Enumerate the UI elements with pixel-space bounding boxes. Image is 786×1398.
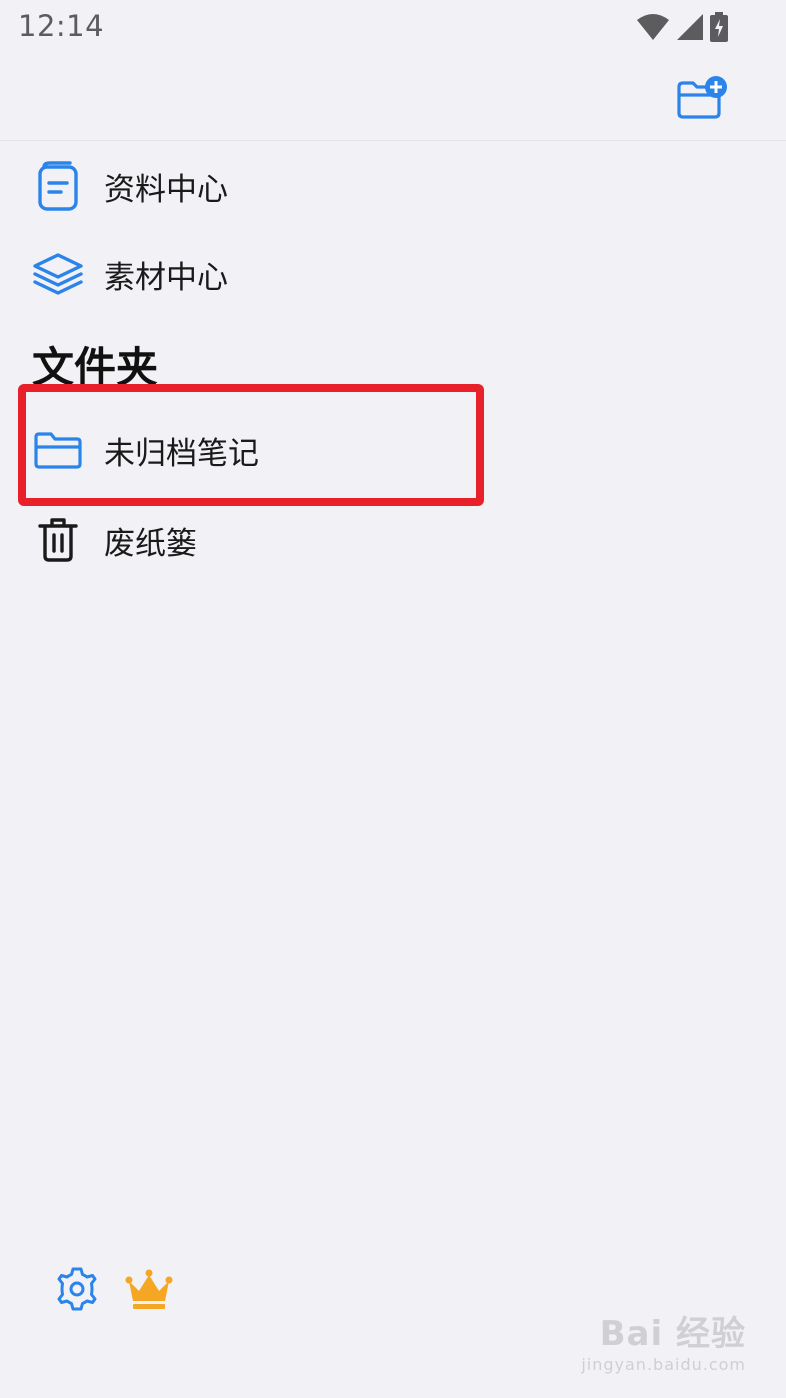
premium-button[interactable] [120,1264,178,1318]
status-icons [636,12,728,46]
trash-icon [30,512,86,568]
folder-item-unarchived-notes[interactable]: 未归档笔记 [0,410,786,490]
layers-icon [30,246,86,302]
nav-item-resources[interactable]: 资料中心 [0,146,786,226]
folders-section-title: 文件夹 [32,343,159,392]
folder-icon [30,422,86,478]
status-bar: 12:14 [0,0,786,56]
battery-charging-icon [710,12,728,46]
status-time: 12:14 [18,9,105,43]
folder-label-trash: 废纸篓 [104,525,197,562]
nav-item-materials[interactable]: 素材中心 [0,234,786,314]
new-folder-button[interactable] [674,72,730,128]
nav-label-materials: 素材中心 [104,259,228,296]
folder-label-unarchived-notes: 未归档笔记 [104,435,259,472]
settings-button[interactable] [50,1264,104,1318]
nav-label-resources: 资料中心 [104,171,228,208]
folder-item-trash[interactable]: 废纸篓 [0,500,786,580]
gear-icon [54,1266,100,1316]
document-icon [30,158,86,214]
crown-icon [123,1267,175,1315]
wifi-icon [636,13,670,45]
watermark-url: jingyan.baidu.com [581,1355,746,1374]
watermark-logo: Bai 经验 [599,1314,746,1354]
header-bar [0,56,786,141]
watermark: Bai 经验 jingyan.baidu.com [581,1306,746,1374]
folder-add-icon [675,75,729,125]
cellular-signal-icon [676,13,704,45]
